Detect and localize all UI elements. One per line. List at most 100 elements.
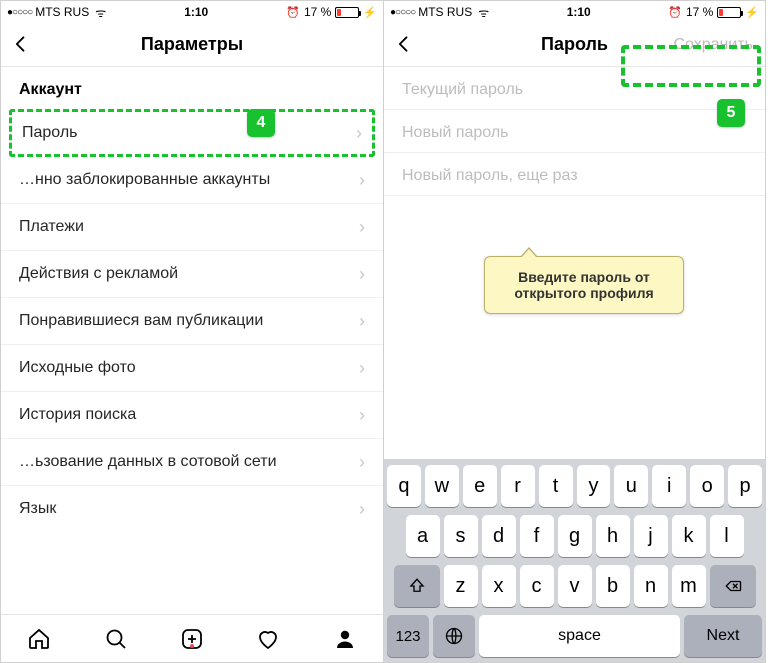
row-liked-posts[interactable]: Понравившиеся вам публикации › (1, 298, 383, 345)
clock-label: 1:10 (106, 5, 286, 19)
row-blocked-accounts[interactable]: …нно заблокированные аккаунты › (1, 157, 383, 204)
alarm-icon: ⏰ (286, 6, 300, 19)
signal-dots-icon: ●○○○○ (390, 7, 415, 18)
key-shift[interactable] (394, 565, 440, 607)
row-label: Язык (19, 500, 56, 518)
key-m[interactable]: m (672, 565, 706, 607)
wifi-icon: ᯤ (95, 4, 106, 21)
field-new-password[interactable]: Новый пароль (384, 110, 765, 153)
key-g[interactable]: g (558, 515, 592, 557)
home-icon[interactable] (26, 626, 52, 652)
page-title: Параметры (1, 34, 383, 55)
screenshots-pair: ●○○○○ MTS RUS ᯤ 1:10 ⏰ 17 % ⚡ Параметры … (0, 0, 768, 663)
key-v[interactable]: v (558, 565, 592, 607)
row-cellular-data[interactable]: …ьзование данных в сотовой сети › (1, 439, 383, 486)
row-label: Пароль (22, 124, 78, 142)
profile-icon[interactable] (332, 626, 358, 652)
phone-password: ●○○○○ MTS RUS ᯤ 1:10 ⏰ 17 % ⚡ Пароль Сох… (383, 0, 766, 663)
battery-pct: 17 % (304, 5, 331, 19)
placeholder: Текущий пароль (402, 81, 523, 98)
key-f[interactable]: f (520, 515, 554, 557)
row-label: Понравившиеся вам публикации (19, 312, 263, 330)
key-123[interactable]: 123 (387, 615, 429, 657)
key-q[interactable]: q (387, 465, 421, 507)
key-b[interactable]: b (596, 565, 630, 607)
key-s[interactable]: s (444, 515, 478, 557)
carrier-label: MTS RUS (418, 5, 472, 19)
key-next[interactable]: Next (684, 615, 762, 657)
search-tab-icon[interactable] (103, 626, 129, 652)
nav-header: Параметры (1, 23, 383, 67)
wifi-icon: ᯤ (478, 4, 489, 21)
clock-label: 1:10 (489, 5, 668, 19)
status-bar: ●○○○○ MTS RUS ᯤ 1:10 ⏰ 17 % ⚡ (384, 1, 765, 23)
key-j[interactable]: j (634, 515, 668, 557)
key-i[interactable]: i (652, 465, 686, 507)
callout-tooltip: Введите пароль от открытого профиля (484, 256, 684, 314)
save-button[interactable]: Сохранить (669, 23, 757, 66)
activity-heart-icon[interactable] (255, 626, 281, 652)
battery-icon (717, 7, 741, 18)
chevron-right-icon: › (359, 265, 365, 283)
row-ads-activity[interactable]: Действия с рекламой › (1, 251, 383, 298)
chevron-right-icon: › (359, 500, 365, 518)
notification-dot-icon (190, 644, 194, 648)
phone-settings: ●○○○○ MTS RUS ᯤ 1:10 ⏰ 17 % ⚡ Параметры … (0, 0, 383, 663)
key-x[interactable]: x (482, 565, 516, 607)
row-payments[interactable]: Платежи › (1, 204, 383, 251)
key-globe[interactable] (433, 615, 475, 657)
add-post-icon[interactable] (179, 626, 205, 652)
chevron-right-icon: › (359, 406, 365, 424)
chevron-right-icon: › (359, 312, 365, 330)
chevron-right-icon: › (359, 453, 365, 471)
key-e[interactable]: e (463, 465, 497, 507)
key-n[interactable]: n (634, 565, 668, 607)
key-w[interactable]: w (425, 465, 459, 507)
key-t[interactable]: t (539, 465, 573, 507)
key-y[interactable]: y (577, 465, 611, 507)
row-search-history[interactable]: История поиска › (1, 392, 383, 439)
key-z[interactable]: z (444, 565, 478, 607)
chevron-right-icon: › (356, 124, 362, 142)
callout-text: Введите пароль от открытого профиля (514, 269, 653, 301)
ios-keyboard: q w e r t y u i o p a s d f g h j k l (384, 459, 765, 662)
key-a[interactable]: a (406, 515, 440, 557)
placeholder: Новый пароль, еще раз (402, 167, 578, 184)
key-d[interactable]: d (482, 515, 516, 557)
key-p[interactable]: p (728, 465, 762, 507)
battery-icon (335, 7, 359, 18)
row-label: Исходные фото (19, 359, 136, 377)
carrier-label: MTS RUS (35, 5, 89, 19)
chevron-right-icon: › (359, 171, 365, 189)
row-password[interactable]: Пароль › (9, 109, 375, 157)
key-o[interactable]: o (690, 465, 724, 507)
chevron-right-icon: › (359, 218, 365, 236)
step-badge-5: 5 (717, 99, 745, 127)
chevron-right-icon: › (359, 359, 365, 377)
key-u[interactable]: u (614, 465, 648, 507)
field-current-password[interactable]: Текущий пароль (384, 67, 765, 110)
key-l[interactable]: l (710, 515, 744, 557)
step-badge-4: 4 (247, 109, 275, 137)
key-k[interactable]: k (672, 515, 706, 557)
row-label: История поиска (19, 406, 136, 424)
section-account: Аккаунт (1, 67, 383, 109)
key-c[interactable]: c (520, 565, 554, 607)
status-bar: ●○○○○ MTS RUS ᯤ 1:10 ⏰ 17 % ⚡ (1, 1, 383, 23)
battery-pct: 17 % (686, 5, 713, 19)
field-repeat-password[interactable]: Новый пароль, еще раз (384, 153, 765, 196)
row-language[interactable]: Язык › (1, 486, 383, 524)
charging-icon: ⚡ (745, 6, 759, 19)
back-button[interactable] (11, 32, 43, 58)
key-space[interactable]: space (479, 615, 680, 657)
key-backspace[interactable] (710, 565, 756, 607)
row-original-photos[interactable]: Исходные фото › (1, 345, 383, 392)
settings-list: Пароль › …нно заблокированные аккаунты ›… (1, 109, 383, 524)
key-r[interactable]: r (501, 465, 535, 507)
nav-header: Пароль Сохранить (384, 23, 765, 67)
row-label: …ьзование данных в сотовой сети (19, 453, 277, 471)
back-button[interactable] (394, 32, 426, 58)
row-label: Действия с рекламой (19, 265, 178, 283)
key-h[interactable]: h (596, 515, 630, 557)
row-label: …нно заблокированные аккаунты (19, 171, 270, 189)
